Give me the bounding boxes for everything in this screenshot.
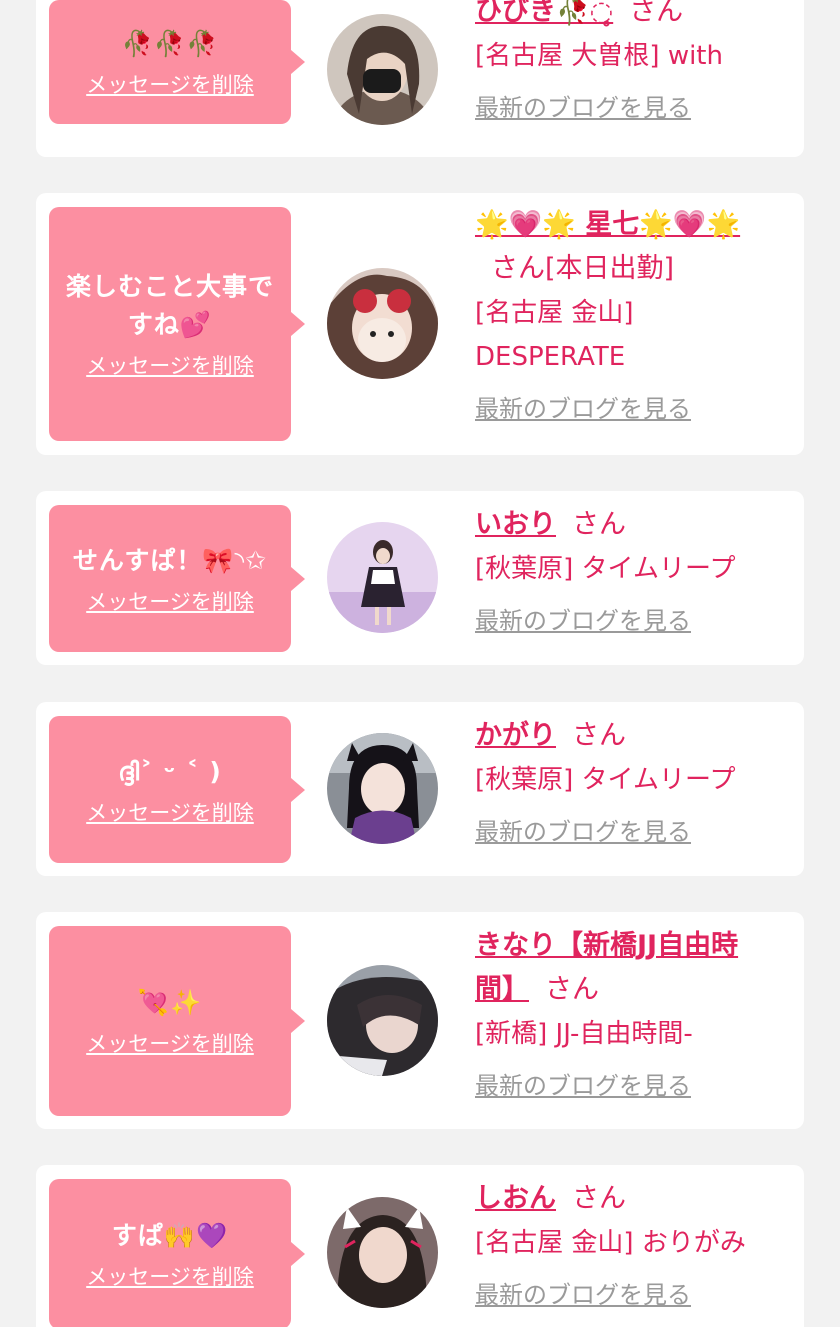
san-label: さん (572, 1183, 626, 1214)
sender-info: 🌟💗🌟 星七🌟💗🌟 さん[本日出勤] [名古屋 金山] DESPERATE 最新の… (475, 203, 775, 424)
delete-message-link[interactable]: メッセージを削除 (86, 350, 254, 380)
san-label: さん (572, 509, 626, 540)
shop-label: [名古屋 金山] DESPERATE (475, 298, 634, 372)
san-label: さん (545, 974, 599, 1005)
message-card: 🥀🥀🥀 メッセージを削除 ひびき🥀◌̥ さん [名古屋 大曽根] with 最新の… (36, 0, 804, 157)
sender-info: かがり さん [秋葉原] タイムリープ 最新のブログを見る (475, 714, 775, 847)
message-bubble: 💘✨ メッセージを削除 (49, 926, 305, 1116)
avatar-photo-icon (327, 268, 438, 379)
shop-label: [新橋] JJ-自由時間- (475, 1019, 693, 1049)
avatar-photo-icon (327, 14, 438, 125)
message-list: 🥀🥀🥀 メッセージを削除 ひびき🥀◌̥ さん [名古屋 大曽根] with 最新の… (0, 0, 840, 1327)
message-bubble: 楽しむこと大事ですね💕 メッセージを削除 (49, 207, 305, 441)
message-bubble: すぱ🙌💜 メッセージを削除 (49, 1179, 305, 1327)
sender-info: しおん さん [名古屋 金山] おりがみ 最新のブログを見る (475, 1177, 775, 1310)
delete-message-link[interactable]: メッセージを削除 (86, 1028, 254, 1058)
avatar-photo-icon (327, 1197, 438, 1308)
latest-blog-link[interactable]: 最新のブログを見る (475, 389, 691, 424)
san-label: さん (491, 253, 545, 284)
avatar-photo-icon (327, 733, 438, 844)
delete-message-link[interactable]: メッセージを削除 (86, 797, 254, 827)
sender-name-link[interactable]: しおん (475, 1183, 556, 1214)
san-label: さん (572, 720, 626, 751)
message-text: すぱ🙌💜 (111, 1221, 229, 1250)
avatar-photo-icon (327, 522, 438, 633)
shop-label: [秋葉原] タイムリープ (475, 765, 736, 795)
avatar[interactable] (327, 268, 438, 379)
avatar[interactable] (327, 14, 438, 125)
message-card: 楽しむこと大事ですね💕 メッセージを削除 🌟💗🌟 星七🌟💗🌟 さん[本日出勤] [… (36, 193, 804, 455)
message-card: すぱ🙌💜 メッセージを削除 しおん さん [名古屋 金山] おりがみ 最新のブログ… (36, 1165, 804, 1327)
latest-blog-link[interactable]: 最新のブログを見る (475, 812, 691, 847)
avatar[interactable] (327, 965, 438, 1076)
sender-name-link[interactable]: きなり【新橋JJ自由時間】 (475, 930, 738, 1005)
message-text: ദ്ദി˃ ᵕ ˂ ) (118, 756, 222, 786)
sender-name-link[interactable]: かがり (475, 720, 556, 751)
delete-message-link[interactable]: メッセージを削除 (86, 586, 254, 616)
avatar[interactable] (327, 1197, 438, 1308)
message-text: 楽しむこと大事ですね💕 (65, 272, 274, 339)
latest-blog-link[interactable]: 最新のブログを見る (475, 601, 691, 636)
sender-name-link[interactable]: ひびき🥀◌̥ (475, 0, 613, 27)
message-card: 💘✨ メッセージを削除 きなり【新橋JJ自由時間】 さん [新橋] JJ-自由時間… (36, 912, 804, 1129)
message-card: ദ്ദി˃ ᵕ ˂ ) メッセージを削除 かがり さん [秋葉原] タイムリープ … (36, 702, 804, 876)
sender-info: きなり【新橋JJ自由時間】 さん [新橋] JJ-自由時間- 最新のブログを見る (475, 924, 775, 1101)
message-text: 🥀🥀🥀 (121, 29, 219, 58)
sender-info: ひびき🥀◌̥ さん [名古屋 大曽根] with 最新のブログを見る (475, 0, 775, 123)
avatar[interactable] (327, 522, 438, 633)
sender-name-link[interactable]: 🌟💗🌟 星七🌟💗🌟 (475, 209, 740, 240)
message-bubble: ദ്ദി˃ ᵕ ˂ ) メッセージを削除 (49, 716, 305, 863)
shop-label: [名古屋 大曽根] with (475, 41, 723, 71)
shop-label: [秋葉原] タイムリープ (475, 554, 736, 584)
latest-blog-link[interactable]: 最新のブログを見る (475, 1066, 691, 1101)
sender-name-link[interactable]: いおり (475, 509, 556, 540)
latest-blog-link[interactable]: 最新のブログを見る (475, 88, 691, 123)
message-card: せんすぱ！🎀◝✩ メッセージを削除 いおり さん [秋葉原] タイムリープ 最新の… (36, 491, 804, 665)
message-text: 💘✨ (137, 988, 203, 1017)
shop-label: [名古屋 金山] おりがみ (475, 1228, 746, 1258)
message-text: せんすぱ！🎀◝✩ (72, 545, 268, 575)
latest-blog-link[interactable]: 最新のブログを見る (475, 1275, 691, 1310)
avatar-photo-icon (327, 965, 438, 1076)
sender-info: いおり さん [秋葉原] タイムリープ 最新のブログを見る (475, 503, 775, 636)
message-bubble: 🥀🥀🥀 メッセージを削除 (49, 0, 305, 124)
delete-message-link[interactable]: メッセージを削除 (86, 1261, 254, 1291)
sender-status: [本日出勤] (545, 253, 675, 284)
avatar[interactable] (327, 733, 438, 844)
message-bubble: せんすぱ！🎀◝✩ メッセージを削除 (49, 505, 305, 652)
san-label: さん (629, 0, 684, 27)
delete-message-link[interactable]: メッセージを削除 (86, 69, 254, 99)
